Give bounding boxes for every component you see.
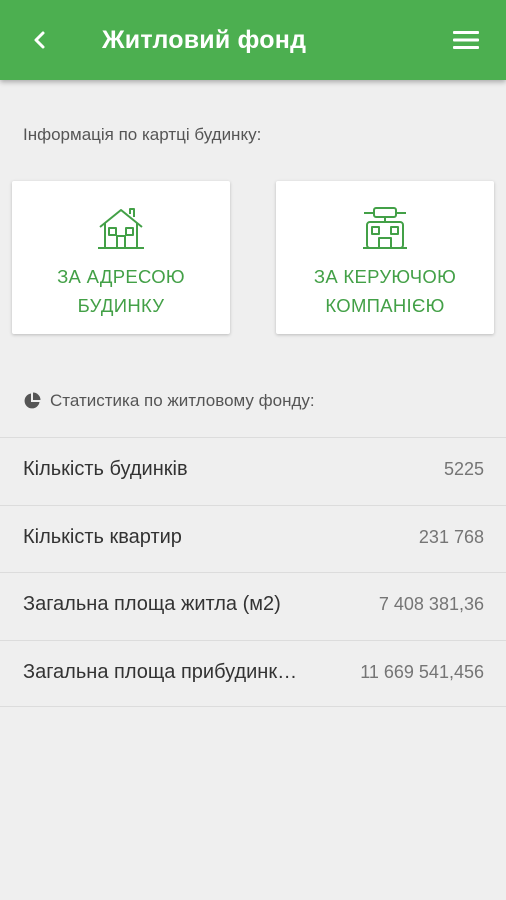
- menu-button[interactable]: [448, 22, 484, 58]
- stat-label: Загальна площа прибудинк…: [23, 660, 298, 683]
- stats-list: Кількість будинків 5225 Кількість кварти…: [0, 437, 506, 707]
- stat-row-apartments: Кількість квартир 231 768: [0, 504, 506, 573]
- stat-label: Кількість квартир: [23, 525, 182, 548]
- pie-chart-icon: [24, 392, 41, 409]
- by-company-line1: ЗА КЕРУЮЧОЮ: [313, 266, 457, 287]
- stats-header: Статистика по житловому фонду:: [23, 391, 315, 411]
- info-section-label: Інформація по картці будинку:: [23, 125, 262, 144]
- by-company-card[interactable]: ЗА КЕРУЮЧОЮ КОМПАНІЄЮ: [276, 181, 494, 334]
- stat-row-adjacent-area: Загальна площа прибудинк… 11 669 541,456: [0, 639, 506, 707]
- stat-value: 11 669 541,456: [360, 661, 484, 682]
- by-address-card[interactable]: ЗА АДРЕСОЮ БУДИНКУ: [12, 181, 230, 334]
- app-bar: Житловий фонд: [0, 0, 506, 80]
- company-building-icon: [363, 207, 407, 249]
- stat-row-living-area: Загальна площа житла (м2) 7 408 381,36: [0, 572, 506, 640]
- by-address-label: ЗА АДРЕСОЮ БУДИНКУ: [12, 262, 230, 320]
- stat-value: 7 408 381,36: [378, 594, 484, 614]
- page-title: Житловий фонд: [102, 26, 307, 54]
- chevron-left-icon: [34, 31, 45, 49]
- back-button[interactable]: [22, 22, 58, 58]
- hamburger-menu-icon: [453, 31, 479, 49]
- by-address-line1: ЗА АДРЕСОЮ: [57, 266, 185, 287]
- stat-row-buildings: Кількість будинків 5225: [0, 437, 506, 505]
- stat-label: Кількість будинків: [23, 458, 188, 480]
- stat-value: 5225: [443, 459, 484, 479]
- by-company-line2: КОМПАНІЄЮ: [325, 295, 445, 316]
- by-address-line2: БУДИНКУ: [77, 295, 165, 316]
- by-company-label: ЗА КЕРУЮЧОЮ КОМПАНІЄЮ: [276, 262, 494, 320]
- stat-label: Загальна площа житла (м2): [23, 593, 281, 615]
- stats-section-label: Статистика по житловому фонду:: [50, 391, 315, 410]
- stat-value: 231 768: [418, 526, 484, 547]
- house-icon: [98, 208, 144, 249]
